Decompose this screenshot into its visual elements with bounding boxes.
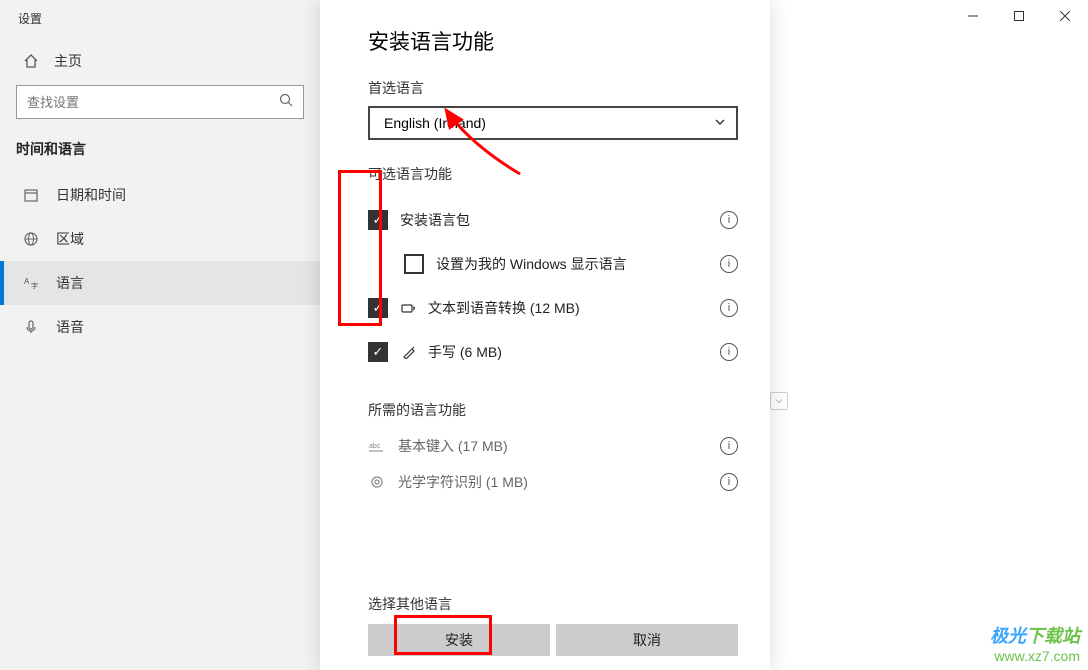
sidebar-item-label: 日期和时间 [56,185,126,205]
checkbox-lang-pack[interactable]: ✓ [368,210,388,230]
category-header: 时间和语言 [0,119,320,173]
sidebar-item-label: 区域 [56,229,84,249]
info-icon[interactable]: i [720,473,738,491]
required-ocr: 光学字符识别 (1 MB) i [368,464,738,500]
minimize-button[interactable] [950,0,996,32]
pref-lang-label: 首选语言 [368,78,738,98]
required-basic-typing: abc 基本键入 (17 MB) i [368,428,738,464]
home-icon [22,52,40,70]
sidebar-item-language[interactable]: A字 语言 [0,261,320,305]
feature-label: 设置为我的 Windows 显示语言 [436,254,720,274]
window-controls [950,0,1088,32]
ocr-icon [368,475,386,489]
required-label-text: 光学字符识别 (1 MB) [398,472,720,492]
info-icon[interactable]: i [720,343,738,361]
close-button[interactable] [1042,0,1088,32]
calendar-icon [22,186,40,204]
info-icon[interactable]: i [720,211,738,229]
feature-tts: ✓ 文本到语音转换 (12 MB) i [368,286,738,330]
install-button[interactable]: 安装 [368,624,550,656]
required-label: 所需的语言功能 [368,400,738,420]
keyboard-icon: abc [368,440,386,452]
search-input[interactable] [16,85,304,119]
pref-lang-dropdown[interactable]: English (Ireland) [368,106,738,140]
modal-footer: 选择其他语言 安装 取消 [368,594,738,656]
pref-lang-value: English (Ireland) [384,115,486,131]
settings-sidebar: 设置 主页 时间和语言 日期和时间 区域 A字 语言 语音 [0,0,320,670]
feature-label: 安装语言包 [400,210,720,230]
info-icon[interactable]: i [720,299,738,317]
optional-features-label: 可选语言功能 [368,164,738,184]
search-icon [279,93,293,112]
feature-label: 文本到语音转换 (12 MB) [428,298,720,318]
required-features: 所需的语言功能 abc 基本键入 (17 MB) i 光学字符识别 (1 MB)… [368,400,738,500]
sidebar-item-region[interactable]: 区域 [0,217,320,261]
checkbox-handwriting[interactable]: ✓ [368,342,388,362]
globe-icon [22,230,40,248]
chevron-down-icon [714,115,726,131]
mic-icon [22,318,40,336]
checkbox-tts[interactable]: ✓ [368,298,388,318]
pen-icon [400,345,418,359]
svg-text:abc: abc [369,443,381,450]
home-link[interactable]: 主页 [0,37,320,85]
app-title: 设置 [0,0,320,37]
watermark-logo: 极光下载站 [990,622,1080,648]
maximize-button[interactable] [996,0,1042,32]
feature-handwriting: ✓ 手写 (6 MB) i [368,330,738,374]
cancel-button[interactable]: 取消 [556,624,738,656]
sidebar-item-label: 语言 [56,273,84,293]
svg-text:A: A [24,277,30,286]
sidebar-item-label: 语音 [56,317,84,337]
search-field[interactable] [27,95,240,110]
required-label-text: 基本键入 (17 MB) [398,436,720,456]
watermark: 极光下载站 www.xz7.com [990,622,1080,664]
sidebar-item-datetime[interactable]: 日期和时间 [0,173,320,217]
checkbox-display-lang[interactable] [404,254,424,274]
choose-other-language[interactable]: 选择其他语言 [368,594,738,614]
install-language-modal: 安装语言功能 首选语言 English (Ireland) 可选语言功能 ✓ 安… [320,0,770,670]
watermark-url: www.xz7.com [990,648,1080,664]
feature-lang-pack: ✓ 安装语言包 i [368,198,738,242]
tts-icon [400,301,418,315]
modal-title: 安装语言功能 [368,26,738,56]
feature-display-lang: 设置为我的 Windows 显示语言 i [368,242,738,286]
sidebar-item-speech[interactable]: 语音 [0,305,320,349]
info-icon[interactable]: i [720,255,738,273]
language-icon: A字 [22,274,40,292]
svg-text:字: 字 [31,281,38,290]
home-label: 主页 [54,51,82,71]
feature-label: 手写 (6 MB) [428,342,720,362]
background-dropdown-chevron [770,392,788,410]
info-icon[interactable]: i [720,437,738,455]
